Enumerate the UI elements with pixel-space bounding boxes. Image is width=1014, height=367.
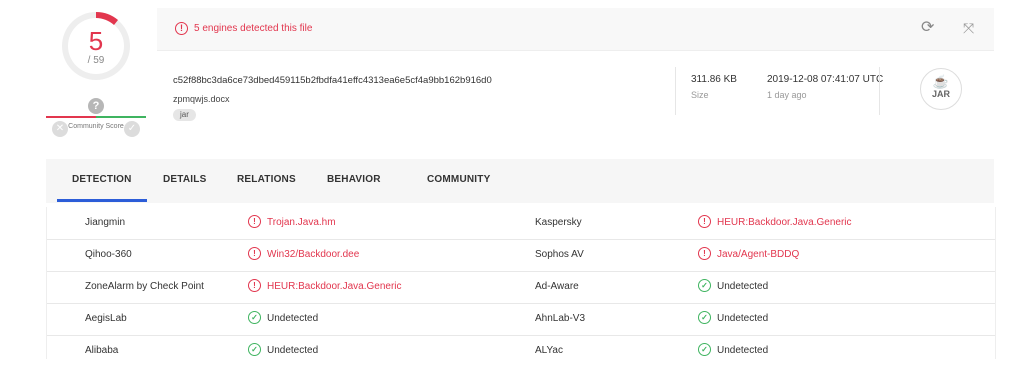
community-bar-positive bbox=[96, 116, 146, 118]
table-row: ZoneAlarm by Check Point ! HEUR:Backdoor… bbox=[47, 271, 995, 304]
malicious-icon: ! bbox=[248, 215, 261, 228]
engine-name: Jiangmin bbox=[85, 217, 126, 228]
detection-score-gauge: 5 / 59 bbox=[58, 8, 134, 84]
detection-result: Undetected bbox=[717, 345, 769, 356]
alert-text: 5 engines detected this file bbox=[194, 23, 313, 34]
malicious-icon: ! bbox=[698, 215, 711, 228]
detection-result[interactable]: Win32/Backdoor.dee bbox=[267, 249, 359, 260]
engine-name: ALYac bbox=[535, 345, 563, 356]
check-icon: ✓ bbox=[698, 279, 711, 292]
file-type-badge: ☕ JAR bbox=[920, 68, 962, 110]
malicious-icon: ! bbox=[698, 247, 711, 260]
community-bar-negative bbox=[46, 116, 96, 118]
file-size-label: Size bbox=[691, 90, 709, 100]
detection-result[interactable]: Trojan.Java.hm bbox=[267, 217, 336, 228]
tab-details[interactable]: DETAILS bbox=[163, 174, 206, 185]
check-icon: ✓ bbox=[698, 343, 711, 356]
table-row: AegisLab ✓ Undetected AhnLab-V3 ✓ Undete… bbox=[47, 303, 995, 336]
engine-total: / 59 bbox=[87, 55, 105, 66]
vote-harmful-button[interactable]: ✕ bbox=[52, 121, 68, 137]
detection-result: Undetected bbox=[717, 313, 769, 324]
engine-name: AhnLab-V3 bbox=[535, 313, 586, 324]
vote-harmless-button[interactable]: ✓ bbox=[124, 121, 140, 137]
expand-icon[interactable]: ⤧ bbox=[963, 20, 979, 36]
detection-result: Undetected bbox=[267, 345, 319, 356]
divider bbox=[675, 67, 676, 115]
analysis-date-relative: 1 day ago bbox=[767, 90, 807, 100]
table-row: Jiangmin ! Trojan.Java.hm Kaspersky ! HE… bbox=[47, 207, 995, 240]
detection-result: Undetected bbox=[717, 281, 769, 292]
alert-circle-icon: ! bbox=[175, 22, 188, 35]
reanalyze-icon[interactable]: ⟳ bbox=[921, 20, 937, 36]
community-score-label: Community Score bbox=[68, 123, 124, 130]
table-row: Qihoo-360 ! Win32/Backdoor.dee Sophos AV… bbox=[47, 239, 995, 272]
file-hash[interactable]: c52f88bc3da6ce73dbed459115b2fbdfa41effc4… bbox=[173, 75, 492, 86]
malicious-icon: ! bbox=[248, 279, 261, 292]
tab-community[interactable]: COMMUNITY bbox=[427, 174, 490, 185]
detection-count: 5 bbox=[88, 26, 104, 56]
file-name: zpmqwjs.docx bbox=[173, 94, 230, 104]
tab-behavior[interactable]: BEHAVIOR bbox=[327, 174, 381, 185]
community-score-value: ? bbox=[88, 98, 104, 114]
engine-name: Ad-Aware bbox=[535, 281, 579, 292]
engine-name: ZoneAlarm by Check Point bbox=[85, 281, 204, 292]
detection-result: Undetected bbox=[267, 313, 319, 324]
check-icon: ✓ bbox=[248, 343, 261, 356]
divider bbox=[879, 67, 880, 115]
java-cup-icon: ☕ bbox=[932, 74, 950, 89]
detection-result[interactable]: HEUR:Backdoor.Java.Generic bbox=[717, 217, 852, 228]
engine-name: Qihoo-360 bbox=[85, 249, 132, 260]
file-tag[interactable]: jar bbox=[173, 109, 196, 121]
active-tab-indicator bbox=[57, 199, 147, 202]
alert-banner: ! 5 engines detected this file ⟳ ⤧ bbox=[157, 8, 994, 51]
table-row: Alibaba ✓ Undetected ALYac ✓ Undetected bbox=[47, 335, 995, 367]
engine-name: Sophos AV bbox=[535, 249, 584, 260]
engine-name: AegisLab bbox=[85, 313, 127, 324]
tab-bar: DETECTION DETAILS RELATIONS BEHAVIOR COM… bbox=[46, 159, 994, 203]
file-type-label: JAR bbox=[931, 89, 950, 99]
detection-result[interactable]: HEUR:Backdoor.Java.Generic bbox=[267, 281, 402, 292]
check-icon: ✓ bbox=[248, 311, 261, 324]
community-score: ? ✕ Community Score ✓ bbox=[46, 98, 146, 146]
engine-name: Alibaba bbox=[85, 345, 119, 356]
check-icon: ✓ bbox=[698, 311, 711, 324]
malicious-icon: ! bbox=[248, 247, 261, 260]
tab-detection[interactable]: DETECTION bbox=[72, 174, 132, 185]
detection-table: Jiangmin ! Trojan.Java.hm Kaspersky ! HE… bbox=[46, 207, 996, 359]
detection-result[interactable]: Java/Agent-BDDQ bbox=[717, 249, 799, 260]
file-size-value: 311.86 KB bbox=[691, 74, 737, 85]
file-info-panel: c52f88bc3da6ce73dbed459115b2fbdfa41effc4… bbox=[157, 51, 994, 136]
analysis-date: 2019-12-08 07:41:07 UTC bbox=[767, 74, 884, 85]
tab-relations[interactable]: RELATIONS bbox=[237, 174, 296, 185]
engine-name: Kaspersky bbox=[535, 217, 582, 228]
